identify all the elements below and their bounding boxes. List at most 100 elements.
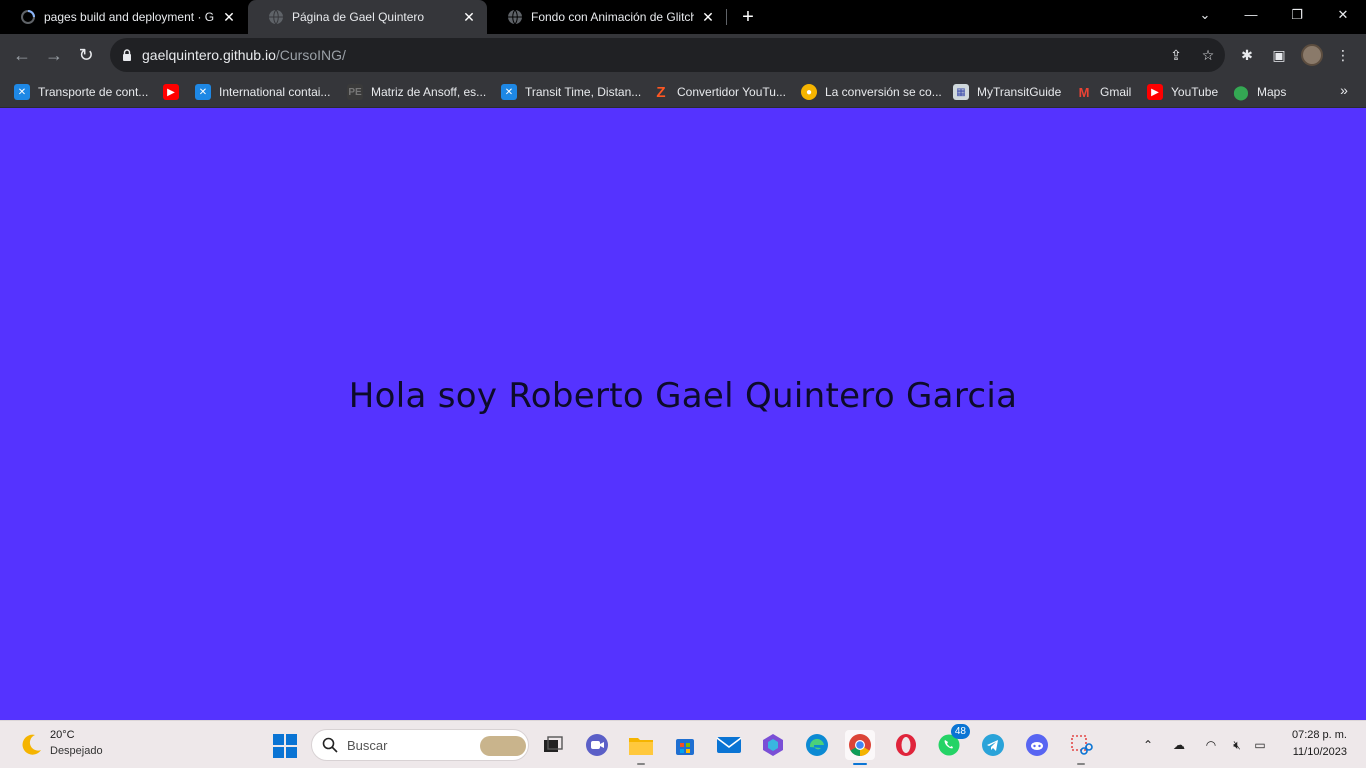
bookmark-label: Transit Time, Distan... — [525, 85, 642, 99]
bookmark-label: YouTube — [1171, 85, 1219, 99]
tab-separator — [726, 9, 727, 25]
url-path: /CursoING/ — [275, 47, 346, 63]
side-panel-icon[interactable]: ▣ — [1270, 46, 1288, 64]
taskbar-app-store[interactable] — [670, 730, 700, 760]
moon-icon[interactable] — [18, 732, 44, 758]
menu-kebab-icon[interactable]: ⋮ — [1334, 46, 1352, 64]
loading-spinner-icon — [21, 10, 35, 24]
bookmark-item[interactable]: ✕ Transporte de cont... — [14, 82, 148, 102]
tab-close-icon[interactable]: ✕ — [461, 9, 477, 26]
opera-browser-icon — [896, 734, 916, 756]
tab-close-icon[interactable]: ✕ — [221, 9, 237, 26]
tab-title: pages build and deployment · G — [44, 10, 215, 24]
active-app-indicator — [853, 763, 867, 765]
taskbar-app-snipping-tool[interactable] — [1066, 730, 1096, 765]
more-bookmarks-chevron-icon[interactable]: » — [1336, 82, 1352, 98]
bookmark-item[interactable]: ▶ — [163, 82, 187, 102]
tab-pagina-gael[interactable]: Página de Gael Quintero ✕ — [248, 0, 487, 34]
store-bag-icon — [676, 739, 694, 755]
taskbar-app-whatsapp[interactable]: 48 — [934, 724, 970, 760]
discord-icon — [1026, 734, 1048, 756]
tab-title: Página de Gael Quintero — [292, 10, 425, 24]
bookmark-item[interactable]: Z Convertidor YouTu... — [653, 82, 786, 102]
taskbar-app-mail[interactable] — [714, 730, 744, 760]
lock-icon[interactable] — [122, 49, 132, 61]
address-bar[interactable]: gaelquintero.github.io/CursoING/ ⇪ ☆ — [110, 38, 1225, 72]
bookmark-item[interactable]: ▦ MyTransitGuide — [953, 82, 1061, 102]
taskbar-app-edge[interactable] — [802, 730, 832, 760]
profile-avatar[interactable] — [1301, 44, 1323, 66]
back-button[interactable]: ← — [10, 43, 34, 67]
start-button[interactable] — [273, 734, 297, 758]
notification-badge: 48 — [950, 724, 970, 739]
taskbar-app-copilot[interactable] — [758, 730, 788, 760]
bookmark-item[interactable]: ⬤ Maps — [1233, 82, 1286, 102]
taskbar-app-opera[interactable] — [891, 730, 921, 760]
globe-icon — [269, 9, 283, 25]
search-placeholder: Buscar — [347, 738, 388, 753]
bookmark-item[interactable]: ● La conversión se co... — [801, 82, 942, 102]
bookmark-item[interactable]: ✕ Transit Time, Distan... — [501, 82, 641, 102]
weather-description[interactable]: Despejado — [50, 745, 103, 757]
taskbar-app-discord[interactable] — [1022, 730, 1052, 760]
tab-pages-build[interactable]: pages build and deployment · G ✕ — [0, 0, 247, 34]
windows-taskbar: 20°C Despejado Buscar 48 ⌃ ☁ ◠ 🔇︎ ▭ 07:2… — [0, 720, 1366, 768]
taskbar-app-chrome[interactable] — [845, 730, 875, 765]
windows-logo-pane — [273, 734, 284, 745]
bookmark-item[interactable]: ▶ YouTube — [1147, 82, 1218, 102]
bookmark-star-icon[interactable]: ☆ — [1199, 46, 1217, 64]
camera-icon: ● — [801, 84, 817, 100]
youtube-icon: ▶ — [1147, 84, 1163, 100]
minimize-button[interactable]: — — [1228, 0, 1274, 30]
bookmark-label: Maps — [1257, 85, 1287, 99]
clock-date[interactable]: 11/10/2023 — [1293, 746, 1347, 758]
tab-strip: pages build and deployment · G ✕ Página … — [0, 0, 1366, 34]
bookmark-label: Matriz de Ansoff, es... — [371, 85, 487, 99]
chrome-browser-icon — [849, 734, 871, 756]
task-view-icon — [544, 736, 563, 752]
grid-icon: ✕ — [501, 84, 517, 100]
extensions-puzzle-icon[interactable]: ✱ — [1238, 46, 1256, 64]
share-icon[interactable]: ⇪ — [1167, 46, 1185, 64]
tab-search-button[interactable]: ⌄ — [1182, 0, 1228, 30]
browser-toolbar: ← → ↻ gaelquintero.github.io/CursoING/ ⇪… — [0, 34, 1366, 76]
globe-icon — [508, 9, 522, 25]
battery-icon[interactable]: ▭ — [1251, 735, 1269, 755]
reload-button[interactable]: ↻ — [74, 43, 98, 67]
map-doc-icon: ▦ — [953, 84, 969, 100]
bookmark-item[interactable]: PE Matriz de Ansoff, es... — [347, 82, 486, 102]
taskbar-app-telegram[interactable] — [978, 730, 1008, 760]
page-headline: Hola soy Roberto Gael Quintero Garcia — [348, 376, 1018, 416]
z-icon: Z — [656, 83, 666, 101]
running-indicator — [637, 763, 645, 765]
close-window-button[interactable]: ✕ — [1320, 0, 1366, 30]
onedrive-warning-icon[interactable]: ☁ — [1170, 735, 1188, 755]
tab-title: Fondo con Animación de Glitch — [531, 10, 694, 24]
forward-button[interactable]: → — [42, 43, 66, 67]
taskbar-app-meet[interactable] — [582, 730, 612, 760]
windows-logo-pane — [286, 747, 297, 758]
volume-muted-icon[interactable]: 🔇︎ — [1228, 735, 1246, 755]
tab-fondo-glitch[interactable]: Fondo con Animación de Glitch ✕ — [487, 0, 726, 34]
new-tab-button[interactable]: + — [736, 5, 760, 29]
tab-close-icon[interactable]: ✕ — [700, 9, 716, 26]
bookmark-item[interactable]: ✕ International contai... — [195, 82, 330, 102]
bookmark-label: Gmail — [1100, 85, 1132, 99]
bookmark-label: Transporte de cont... — [38, 85, 149, 99]
pe-icon: PE — [347, 84, 363, 100]
grid-icon: ✕ — [14, 84, 30, 100]
taskbar-app-file-explorer[interactable] — [626, 730, 656, 765]
wifi-icon[interactable]: ◠ — [1202, 735, 1220, 755]
windows-logo-pane — [273, 747, 284, 758]
taskbar-search-box[interactable]: Buscar — [311, 729, 529, 761]
url-text[interactable]: gaelquintero.github.io/CursoING/ — [142, 47, 346, 63]
task-view-button[interactable] — [538, 730, 568, 760]
web-page-content: Hola soy Roberto Gael Quintero Garcia — [0, 108, 1366, 720]
mail-envelope-icon — [716, 737, 742, 753]
bookmark-item[interactable]: M Gmail — [1076, 82, 1132, 102]
show-hidden-icons-chevron-icon[interactable]: ⌃ — [1139, 735, 1157, 755]
weather-temperature[interactable]: 20°C — [50, 729, 75, 741]
restore-button[interactable]: ❐ — [1274, 0, 1320, 30]
bookmark-label: Convertidor YouTu... — [677, 85, 786, 99]
clock-time[interactable]: 07:28 p. m. — [1292, 729, 1347, 741]
